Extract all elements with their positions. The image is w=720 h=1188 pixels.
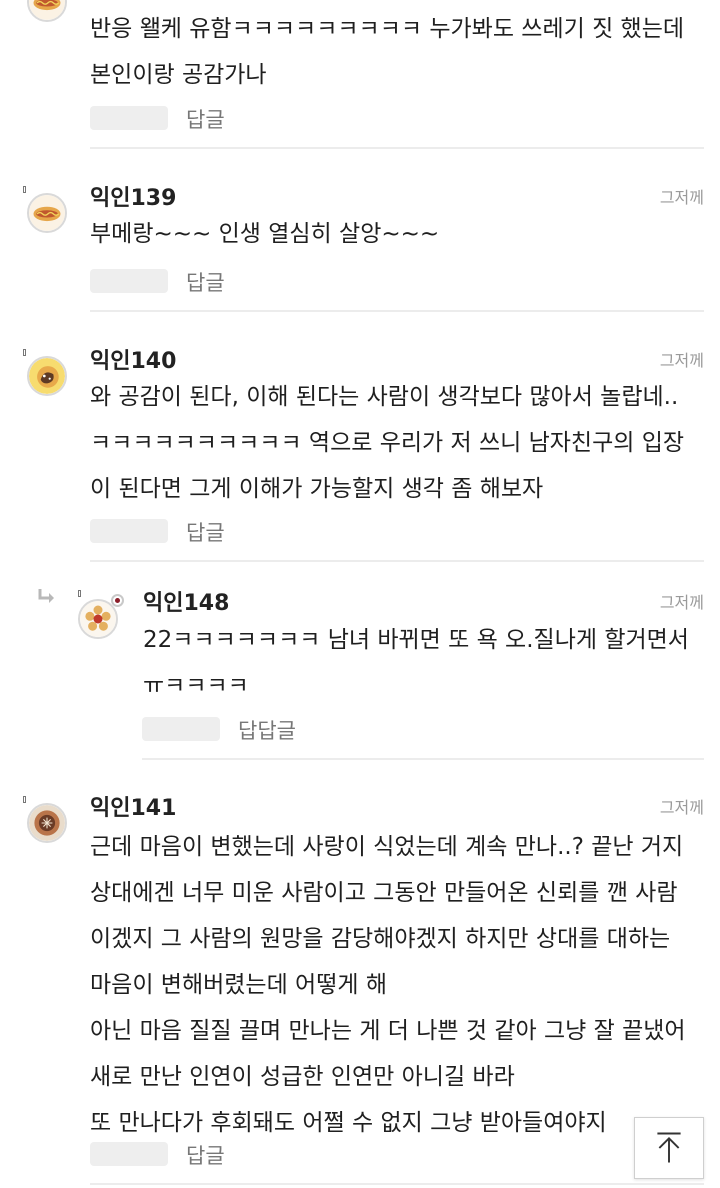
avatar-badge-icon [23, 186, 26, 193]
nickname[interactable]: 익인148 [143, 585, 229, 617]
comment-line: 이 된다면 그게 이해가 가능할지 생각 좀 해보자 [90, 476, 544, 502]
timestamp: 그저께 [659, 188, 704, 207]
divider [142, 758, 704, 760]
plate-avatar-icon [29, 805, 65, 841]
comment-line: 근데 마음이 변했는데 사랑이 식었는데 계속 만나..? 끝난 거지 [90, 834, 684, 860]
comment-line: ㅠㅋㅋㅋㅋ [143, 673, 249, 699]
comment-line: 반응 왤케 유함ㅋㅋㅋㅋㅋㅋㅋㅋㅋ 누가봐도 쓰레기 짓 했는데 [90, 16, 685, 42]
comment-line: 새로 만난 인연이 성급한 인연만 아니길 바라 [90, 1064, 515, 1090]
hotdog-avatar-icon [29, 195, 65, 231]
avatar-badge-icon [23, 349, 26, 356]
reply-button[interactable]: 답답글 [238, 715, 296, 745]
like-placeholder[interactable] [142, 717, 220, 741]
divider [90, 560, 704, 562]
hotdog-avatar-icon [29, 0, 65, 20]
comment-line: 와 공감이 된다, 이해 된다는 사람이 생각보다 많아서 놀랍네.. [90, 384, 679, 410]
comment-line: ㅋㅋㅋㅋㅋㅋㅋㅋㅋㅋ 역으로 우리가 저 쓰니 남자친구의 입장 [90, 430, 685, 456]
comment-body: 22ㅋㅋㅋㅋㅋㅋㅋ 남녀 바뀌면 또 욕 오.질나게 할거면서 ㅠㅋㅋㅋㅋ [143, 617, 689, 709]
timestamp: 그저께 [659, 798, 704, 817]
flower-cookie-avatar-icon [80, 601, 116, 637]
reply-button[interactable]: 답글 [186, 1140, 225, 1170]
like-placeholder[interactable] [90, 1142, 168, 1166]
timestamp: 그저께 [659, 351, 704, 370]
divider [90, 147, 704, 149]
comment-line: 아닌 마음 질질 끌며 만나는 게 더 나쁜 것 같아 그냥 잘 끝냈어 [90, 1018, 686, 1044]
timestamp: 그저께 [659, 593, 704, 612]
nickname[interactable]: 익인141 [90, 790, 176, 822]
avatar[interactable] [78, 599, 118, 639]
comment-body: 근데 마음이 변했는데 사랑이 식었는데 계속 만나..? 끝난 거지 상대에겐… [90, 824, 686, 1146]
like-placeholder[interactable] [90, 106, 168, 130]
comment-line: 부메랑~~~ 인생 열심히 살앙~~~ [90, 221, 440, 247]
nickname[interactable]: 익인140 [90, 343, 176, 375]
divider [90, 310, 704, 312]
avatar-badge-icon [23, 796, 26, 803]
cookie-avatar-icon [29, 358, 65, 394]
avatar[interactable] [27, 803, 67, 843]
comment-body: 와 공감이 된다, 이해 된다는 사람이 생각보다 많아서 놀랍네.. ㅋㅋㅋㅋ… [90, 374, 684, 512]
arrow-up-to-line-icon [657, 1132, 681, 1163]
comment-line: 상대에겐 너무 미운 사람이고 그동안 만들어온 신뢰를 깬 사람 [90, 880, 678, 906]
reply-arrow-icon [38, 589, 54, 603]
reply-button[interactable]: 답글 [186, 104, 225, 134]
avatar[interactable] [27, 356, 67, 396]
scroll-top-button[interactable] [634, 1117, 704, 1179]
comment-line: 마음이 변해버렸는데 어떻게 해 [90, 972, 388, 998]
comment-body: 부메랑~~~ 인생 열심히 살앙~~~ [90, 211, 439, 257]
reply-button[interactable]: 답글 [186, 517, 225, 547]
comment-body: 반응 왤케 유함ㅋㅋㅋㅋㅋㅋㅋㅋㅋ 누가봐도 쓰레기 짓 했는데 본인이랑 공감… [90, 6, 684, 98]
reply-button[interactable]: 답글 [186, 267, 225, 297]
comment-line: 본인이랑 공감가나 [90, 62, 267, 88]
comment-line: 또 만나다가 후회돼도 어쩔 수 없지 그냥 받아들여야지 [90, 1110, 607, 1136]
avatar[interactable] [27, 0, 67, 22]
nickname[interactable]: 익인139 [90, 180, 176, 212]
avatar-badge-icon [78, 590, 81, 597]
like-placeholder[interactable] [90, 519, 168, 543]
like-placeholder[interactable] [90, 269, 168, 293]
comment-line: 22ㅋㅋㅋㅋㅋㅋㅋ 남녀 바뀌면 또 욕 오.질나게 할거면서 [143, 627, 689, 653]
divider [90, 1183, 704, 1185]
avatar[interactable] [27, 193, 67, 233]
comment-line: 이겠지 그 사람의 원망을 감당해야겠지 하지만 상대를 대하는 [90, 926, 671, 952]
